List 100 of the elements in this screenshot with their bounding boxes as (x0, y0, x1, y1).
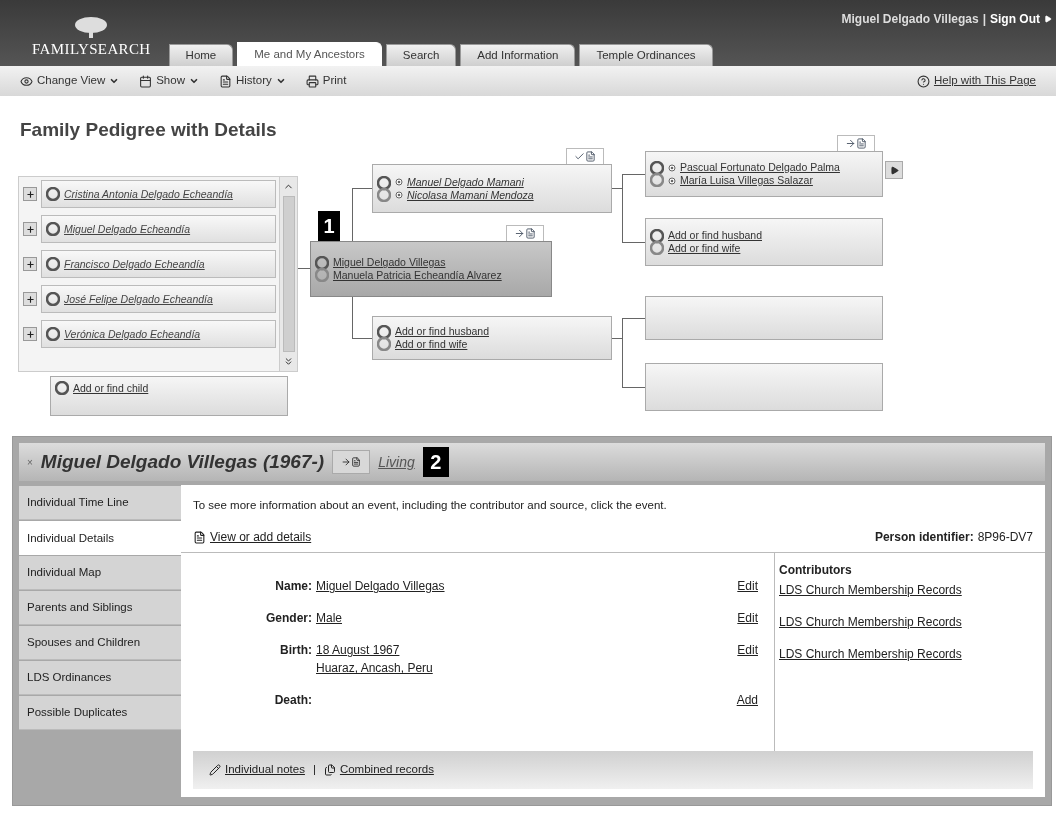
caret-icon (109, 76, 120, 86)
person-box[interactable]: Add or find husband Add or find wife (645, 218, 883, 266)
person-box[interactable]: Pascual Fortunato Delgado Palma María Luisa Villegas Salazar (645, 151, 883, 197)
person-link[interactable]: Verónica Delgado Echeandía (64, 327, 201, 341)
expand-button[interactable] (23, 257, 37, 271)
person-box[interactable]: Add or find husband Add or find wife (372, 316, 612, 360)
collapse-icon[interactable]: × (27, 454, 33, 470)
status-link[interactable]: Living (378, 451, 415, 473)
plus-icon (25, 224, 35, 234)
side-tab[interactable]: Individual Time Line (19, 486, 181, 520)
logo-text: FAMILYSEARCH (32, 39, 151, 59)
fact-value-link[interactable]: Huaraz, Ancash, Peru (316, 659, 433, 678)
nav-tab[interactable]: Search (385, 44, 457, 66)
person-box[interactable]: Miguel Delgado Villegas Manuela Patricia Echeandía Alvarez (310, 241, 552, 297)
calendar-icon (139, 74, 153, 88)
person-link[interactable]: Cristina Antonia Delgado Echeandía (64, 187, 233, 201)
expand-button[interactable] (23, 292, 37, 306)
footer-link[interactable]: Individual notes (209, 761, 305, 779)
bullet-icon (668, 176, 676, 185)
add-link[interactable]: Add or find wife (668, 242, 741, 255)
side-tab[interactable]: Individual Details (19, 521, 181, 555)
toolbar-button[interactable]: Change View (20, 72, 120, 90)
files-icon (323, 764, 336, 776)
nav-tab[interactable]: Temple Ordinances (579, 44, 713, 66)
side-tab[interactable]: Spouses and Children (19, 626, 181, 660)
user-name: Miguel Delgado Villegas (841, 11, 979, 28)
fact-value-link[interactable]: 18 August 1967 (316, 641, 400, 660)
add-child-box[interactable]: Add or find child (50, 376, 288, 416)
side-tab[interactable]: Individual Map (19, 556, 181, 590)
add-link[interactable]: Add (736, 691, 758, 710)
arrow-icon (889, 165, 899, 175)
person-link[interactable]: Miguel Delgado Villegas (333, 256, 446, 269)
edit-link[interactable]: Edit (737, 609, 758, 628)
bullet-icon (668, 163, 676, 172)
person-link[interactable]: Miguel Delgado Echeandía (64, 222, 191, 236)
add-link[interactable]: Add or find child (73, 381, 149, 397)
side-tab[interactable]: Possible Duplicates (19, 696, 181, 730)
fact-value-link[interactable]: Miguel Delgado Villegas (316, 577, 445, 596)
contributor-link[interactable]: LDS Church Membership Records (779, 581, 962, 600)
couple-icon (377, 325, 391, 351)
add-link[interactable]: Add or find husband (668, 229, 762, 242)
help-link[interactable]: Help with This Page (916, 72, 1036, 90)
bullet-icon (395, 178, 403, 186)
toolbar-button[interactable]: Show (139, 72, 199, 90)
nav-tab[interactable]: Add Information (460, 44, 576, 66)
move-button[interactable] (332, 450, 371, 474)
child-item[interactable]: Francisco Delgado Echeandía (41, 250, 276, 278)
document-icon (525, 228, 536, 239)
check-icon (574, 151, 585, 162)
person-link[interactable]: Manuela Patricia Echeandía Alvarez (333, 269, 502, 282)
person-icon (46, 257, 60, 271)
nav-tab[interactable]: Home (168, 44, 234, 66)
person-link[interactable]: José Felipe Delgado Echeandía (64, 292, 213, 306)
person-link[interactable]: Pascual Fortunato Delgado Palma (680, 161, 840, 174)
person-heading: Miguel Delgado Villegas (1967-) (40, 449, 325, 474)
plus-icon (25, 189, 35, 199)
toolbar-button[interactable]: Print (305, 72, 347, 90)
expand-button[interactable] (23, 187, 37, 201)
person-box[interactable]: Manuel Delgado Mamani Nicolasa Mamani Mendoza (372, 164, 612, 213)
fact-label: Gender: (265, 610, 313, 628)
caret-icon (189, 76, 199, 86)
pencil-icon (209, 764, 221, 776)
fact-value-link[interactable]: Male (316, 609, 342, 628)
fact-label: Birth: (279, 642, 313, 660)
person-link[interactable]: Manuel Delgado Mamani (407, 175, 524, 189)
view-details-link[interactable]: View or add details (193, 528, 312, 547)
child-item[interactable]: Verónica Delgado Echeandía (41, 320, 276, 348)
edit-link[interactable]: Edit (737, 641, 758, 660)
document-icon (856, 138, 867, 149)
add-link[interactable]: Add or find wife (395, 338, 468, 351)
side-tab[interactable]: LDS Ordinances (19, 661, 181, 695)
nav-tab[interactable]: Me and My Ancestors (237, 42, 382, 66)
scroll-thumb[interactable] (282, 196, 295, 352)
sign-out-link[interactable]: Sign Out (990, 10, 1040, 28)
plus-icon (25, 329, 35, 339)
expand-button[interactable] (23, 327, 37, 341)
bullet-icon (395, 191, 403, 199)
page-title: Family Pedigree with Details (20, 118, 278, 142)
person-link[interactable]: Nicolasa Mamani Mendoza (407, 188, 534, 202)
expand-button[interactable] (885, 161, 903, 179)
child-item[interactable]: José Felipe Delgado Echeandía (41, 285, 276, 313)
child-item[interactable]: Cristina Antonia Delgado Echeandía (41, 180, 276, 208)
child-item[interactable]: Miguel Delgado Echeandía (41, 215, 276, 243)
footer-link[interactable]: Combined records (323, 761, 434, 779)
logo[interactable]: FAMILYSEARCH (32, 15, 151, 60)
person-link[interactable]: María Luisa Villegas Salazar (680, 174, 813, 187)
contributor-link[interactable]: LDS Church Membership Records (779, 645, 962, 664)
side-tab[interactable]: Parents and Siblings (19, 591, 181, 625)
help-icon (916, 74, 930, 88)
contributor-link[interactable]: LDS Church Membership Records (779, 613, 962, 632)
add-link[interactable]: Add or find husband (395, 325, 489, 338)
person-link[interactable]: Francisco Delgado Echeandía (64, 257, 205, 271)
toolbar-button[interactable]: History (219, 72, 286, 90)
callout-number: 1 (318, 211, 340, 241)
edit-link[interactable]: Edit (737, 577, 758, 596)
expand-button[interactable] (23, 222, 37, 236)
scrollbar[interactable] (279, 177, 297, 371)
document-icon (351, 457, 362, 467)
identifier-label: Person identifier: (874, 529, 974, 547)
plus-icon (25, 294, 35, 304)
